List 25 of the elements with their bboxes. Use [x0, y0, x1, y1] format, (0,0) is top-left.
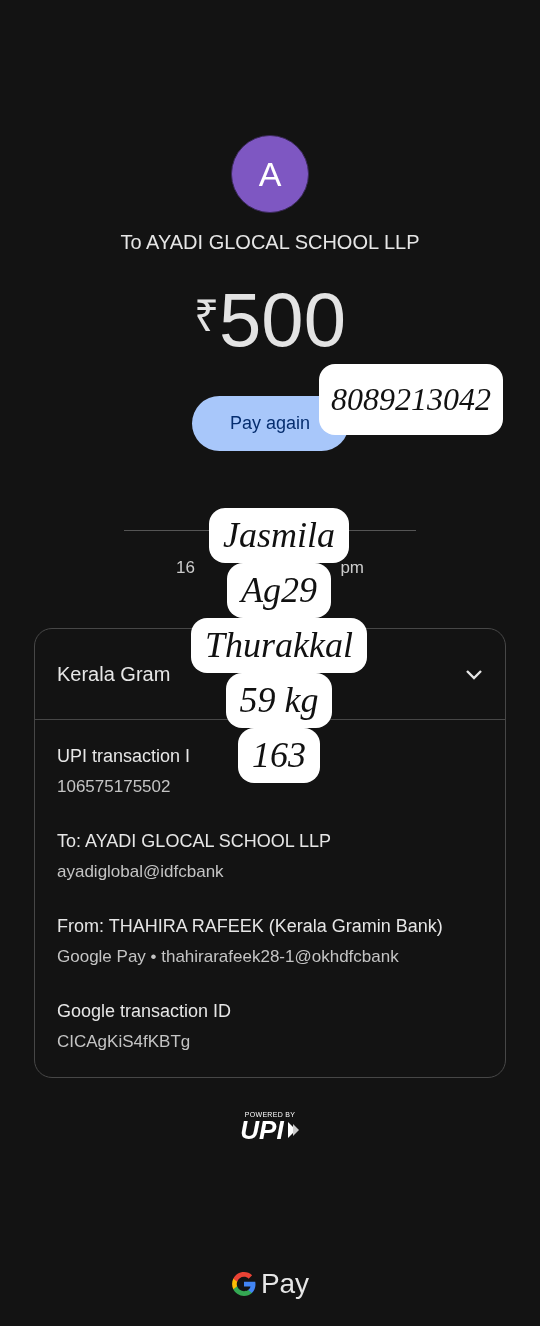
- sticker-note-text: 163: [238, 728, 320, 783]
- sticker-note-text: 8089213042: [319, 364, 503, 435]
- upi-logo-text: UPI: [240, 1118, 284, 1142]
- bank-name: Kerala Gram: [57, 662, 171, 686]
- avatar: A: [231, 135, 309, 213]
- detail-label: UPI transaction I: [57, 745, 191, 768]
- date-text: 16: [176, 558, 195, 578]
- detail-label: Google transaction ID: [57, 1000, 232, 1023]
- detail-label: To: AYADI GLOCAL SCHOOL LLP: [57, 830, 332, 853]
- sticker-note-text: 59 kg: [225, 673, 333, 728]
- detail-value: ayadiglobal@idfcbank: [57, 862, 224, 882]
- chevron-down-icon[interactable]: [465, 668, 483, 680]
- upi-arrow-icon: [285, 1121, 300, 1139]
- sticker-note-text: Ag29: [227, 563, 331, 618]
- detail-value: CICAgKiS4fKBTg: [57, 1032, 191, 1052]
- sticker-note-text: Jasmila: [209, 508, 349, 563]
- currency-symbol: ₹: [194, 294, 220, 338]
- google-pay-logo-text: Pay: [260, 1268, 310, 1300]
- amount: 500: [219, 282, 346, 358]
- google-g-icon: [230, 1271, 257, 1297]
- sticker-note-text: Thurakkal: [191, 618, 367, 673]
- recipient-name: To AYADI GLOCAL SCHOOL LLP: [120, 230, 420, 254]
- detail-label: From: THAHIRA RAFEEK (Kerala Gramin Bank): [57, 915, 443, 938]
- detail-value: 106575175502: [57, 777, 171, 797]
- detail-value: Google Pay • thahirarafeek28-1@okhdfcbank: [57, 947, 399, 967]
